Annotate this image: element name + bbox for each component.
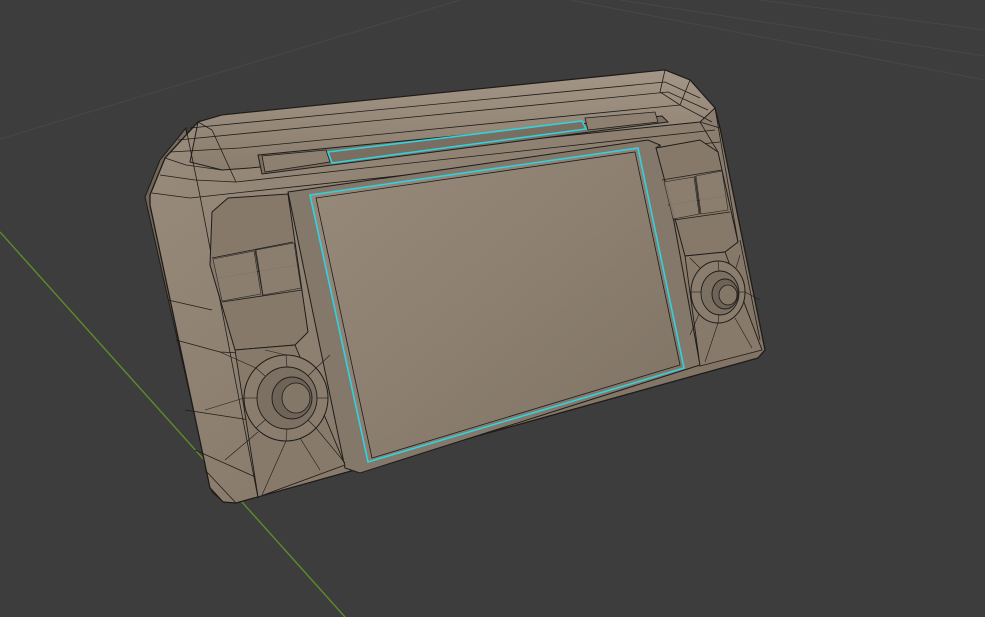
right-preset-button-2[interactable] — [695, 170, 729, 215]
3d-viewport[interactable] — [0, 0, 985, 617]
radio-panel-mesh[interactable] — [144, 69, 766, 504]
touchscreen-display[interactable] — [309, 147, 685, 464]
left-preset-button-2[interactable] — [255, 242, 302, 296]
left-preset-button-1[interactable] — [212, 250, 262, 302]
